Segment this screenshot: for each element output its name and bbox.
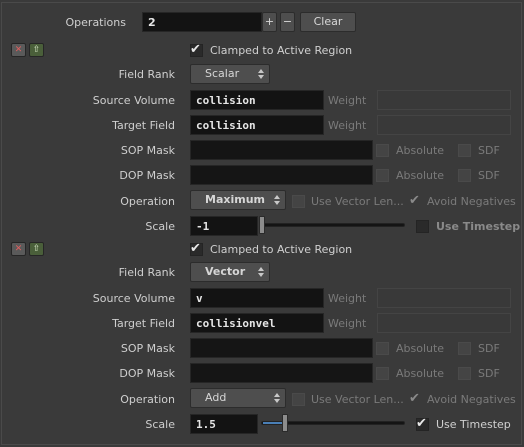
use-timestep-label-1: Use Timestep	[436, 220, 521, 233]
target-field-label-2: Target Field	[112, 317, 175, 330]
scale-slider-fill-2	[263, 422, 283, 424]
add-operation-button[interactable]: +	[262, 12, 277, 32]
sop-mask-field-2[interactable]	[190, 338, 373, 358]
field-rank-label-2: Field Rank	[118, 266, 175, 279]
sdf-label-2a: SDF	[478, 342, 500, 355]
absolute-label-1b: Absolute	[396, 169, 445, 182]
clamped-label-1: Clamped to Active Region	[210, 44, 353, 57]
scale-label-2: Scale	[145, 418, 175, 431]
absolute-checkbox-1b[interactable]	[376, 169, 389, 182]
sdf-checkbox-1a[interactable]	[458, 144, 471, 157]
check-icon: ✔	[409, 193, 420, 208]
source-volume-field-2[interactable]: v	[190, 288, 324, 308]
source-volume-label-1: Source Volume	[92, 94, 175, 107]
operation-menu-1[interactable]: Maximum	[190, 190, 286, 210]
source-volume-label-2: Source Volume	[92, 292, 175, 305]
target-field-label-1: Target Field	[112, 119, 175, 132]
source-volume-field-1[interactable]: collision	[190, 90, 324, 110]
field-rank-menu-1[interactable]: Scalar	[190, 64, 270, 84]
operation-value-2: Add	[205, 391, 227, 404]
chevron-up-down-icon	[257, 67, 265, 81]
sdf-label-1b: SDF	[478, 169, 500, 182]
check-icon: ✔	[416, 416, 427, 431]
dop-mask-field-1[interactable]	[190, 165, 373, 185]
chevron-up-down-icon	[257, 265, 265, 279]
operation-value-1: Maximum	[205, 193, 265, 206]
operations-count-field[interactable]: 2	[142, 12, 262, 32]
absolute-checkbox-1a[interactable]	[376, 144, 389, 157]
field-rank-label-1: Field Rank	[118, 68, 175, 81]
remove-block-2-button[interactable]: ✕	[11, 242, 26, 256]
scale-slider-handle-2[interactable]	[282, 414, 288, 432]
sdf-checkbox-2a[interactable]	[458, 342, 471, 355]
weight-field-2b[interactable]	[377, 313, 511, 333]
avoid-negatives-label-2: Avoid Negatives	[427, 393, 516, 406]
field-rank-value-2: Vector	[205, 265, 246, 278]
absolute-checkbox-2b[interactable]	[376, 367, 389, 380]
sdf-checkbox-2b[interactable]	[458, 367, 471, 380]
sop-mask-label-1: SOP Mask	[120, 144, 175, 157]
sdf-checkbox-1b[interactable]	[458, 169, 471, 182]
use-vector-checkbox-2[interactable]	[292, 393, 305, 406]
field-rank-menu-2[interactable]: Vector	[190, 262, 270, 282]
remove-operation-button[interactable]: −	[280, 12, 295, 32]
remove-block-1-button[interactable]: ✕	[11, 43, 26, 57]
clamped-label-2: Clamped to Active Region	[210, 243, 353, 256]
scale-slider-track-1[interactable]	[261, 223, 405, 227]
use-timestep-label-2: Use Timestep	[436, 418, 511, 431]
field-rank-value-1: Scalar	[205, 67, 240, 80]
scale-label-1: Scale	[145, 220, 175, 233]
absolute-label-1a: Absolute	[396, 144, 445, 157]
operation-menu-2[interactable]: Add	[190, 388, 286, 408]
weight-field-1a[interactable]	[377, 90, 511, 110]
weight-label-1b: Weight	[328, 119, 367, 132]
weight-field-1b[interactable]	[377, 115, 511, 135]
target-field-field-1[interactable]: collision	[190, 115, 324, 135]
check-icon: ✔	[409, 391, 420, 406]
chevron-up-down-icon	[273, 391, 281, 405]
use-vector-label-1: Use Vector Len...	[311, 195, 404, 208]
dop-mask-field-2[interactable]	[190, 363, 373, 383]
sdf-label-2b: SDF	[478, 367, 500, 380]
use-vector-checkbox-1[interactable]	[292, 195, 305, 208]
sdf-label-1a: SDF	[478, 144, 500, 157]
operation-label-2: Operation	[120, 393, 175, 406]
weight-label-2a: Weight	[328, 292, 367, 305]
move-block-2-up-button[interactable]: ⇧	[29, 242, 44, 256]
weight-label-2b: Weight	[328, 317, 367, 330]
chevron-up-down-icon	[273, 193, 281, 207]
check-icon: ✔	[190, 42, 201, 57]
absolute-checkbox-2a[interactable]	[376, 342, 389, 355]
use-timestep-checkbox-1[interactable]	[416, 220, 429, 233]
sop-mask-label-2: SOP Mask	[120, 342, 175, 355]
sop-mask-field-1[interactable]	[190, 140, 373, 160]
absolute-label-2a: Absolute	[396, 342, 445, 355]
scale-field-2[interactable]: 1.5	[190, 414, 258, 434]
absolute-label-2b: Absolute	[396, 367, 445, 380]
weight-field-2a[interactable]	[377, 288, 511, 308]
clear-button[interactable]: Clear	[300, 12, 356, 32]
operation-label-1: Operation	[120, 195, 175, 208]
move-block-1-up-button[interactable]: ⇧	[29, 43, 44, 57]
dop-mask-label-2: DOP Mask	[119, 367, 175, 380]
use-vector-label-2: Use Vector Len...	[311, 393, 404, 406]
weight-label-1a: Weight	[328, 94, 367, 107]
check-icon: ✔	[190, 241, 201, 256]
scale-slider-handle-1[interactable]	[259, 216, 265, 234]
operations-label: Operations	[65, 16, 126, 29]
avoid-negatives-label-1: Avoid Negatives	[427, 195, 516, 208]
target-field-field-2[interactable]: collisionvel	[190, 313, 324, 333]
dop-mask-label-1: DOP Mask	[119, 169, 175, 182]
scale-field-1[interactable]: -1	[190, 216, 258, 236]
